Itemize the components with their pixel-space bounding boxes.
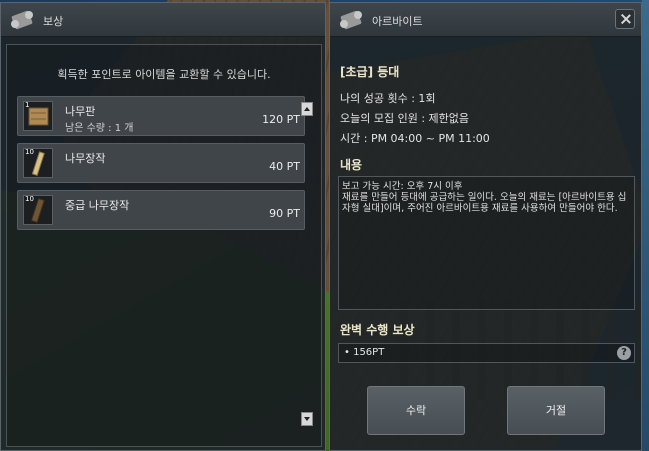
reward-description: 획득한 포인트로 아이템을 교환할 수 있습니다. — [57, 68, 271, 81]
scroll-up-button[interactable] — [301, 102, 313, 116]
job-panel: 아르바이트 [초급] 등대 나의 성공 횟수 : 1회 오늘의 모집 인원 : … — [329, 2, 642, 451]
job-title: [초급] 등대 — [340, 65, 400, 79]
item-name: 나무판 — [65, 105, 96, 118]
content-text: 보고 가능 시간: 오후 7시 이후 재료를 만들어 등대에 공급하는 일이다.… — [338, 176, 635, 310]
wood-plank-icon: 1 — [23, 101, 53, 131]
accept-button[interactable]: 수락 — [367, 386, 465, 435]
job-panel-titlebar[interactable]: 아르바이트 — [330, 3, 641, 37]
reward-panel: 보상 획득한 포인트로 아이템을 교환할 수 있습니다. 1 나무판 남은 수량… — [0, 2, 326, 451]
item-stack-count: 1 — [25, 101, 30, 109]
reward-item-firewood[interactable]: 10 나무장작 40 PT — [17, 143, 305, 183]
item-name: 중급 나무장작 — [65, 199, 130, 212]
reward-item-wood-plank[interactable]: 1 나무판 남은 수량 : 1 개 120 PT — [17, 96, 305, 136]
content-heading: 내용 — [340, 158, 363, 172]
reward-heading: 완벽 수행 보상 — [340, 323, 415, 337]
reward-list-box: 획득한 포인트로 아이템을 교환할 수 있습니다. 1 나무판 남은 수량 : … — [6, 44, 322, 447]
item-stack-count: 10 — [25, 148, 34, 156]
scroll-icon — [338, 8, 364, 32]
item-stack-count: 10 — [25, 195, 34, 203]
close-button[interactable] — [615, 9, 635, 29]
item-remaining: 남은 수량 : 1 개 — [65, 123, 134, 134]
firewood-icon: 10 — [23, 148, 53, 178]
job-time: 시간 : PM 04:00 ~ PM 11:00 — [340, 132, 490, 145]
reward-item-mid-firewood[interactable]: 10 중급 나무장작 90 PT — [17, 190, 305, 230]
scene-edge — [642, 0, 649, 451]
item-name: 나무장작 — [65, 152, 106, 165]
reward-value: • 156PT — [344, 347, 385, 358]
reward-panel-title: 보상 — [43, 15, 64, 28]
recruit-count: 오늘의 모집 인원 : 제한없음 — [340, 112, 470, 125]
reward-panel-titlebar[interactable]: 보상 — [1, 3, 325, 37]
item-price: 40 PT — [269, 160, 300, 173]
reward-box: • 156PT ? — [338, 343, 635, 363]
reject-button[interactable]: 거절 — [507, 386, 605, 435]
help-icon[interactable]: ? — [617, 346, 631, 360]
item-price: 90 PT — [269, 207, 300, 220]
item-price: 120 PT — [262, 113, 300, 126]
scroll-down-button[interactable] — [301, 412, 313, 426]
job-panel-title: 아르바이트 — [372, 15, 423, 28]
scroll-icon — [9, 8, 35, 32]
dark-firewood-icon: 10 — [23, 195, 53, 225]
success-count: 나의 성공 횟수 : 1회 — [340, 92, 436, 105]
